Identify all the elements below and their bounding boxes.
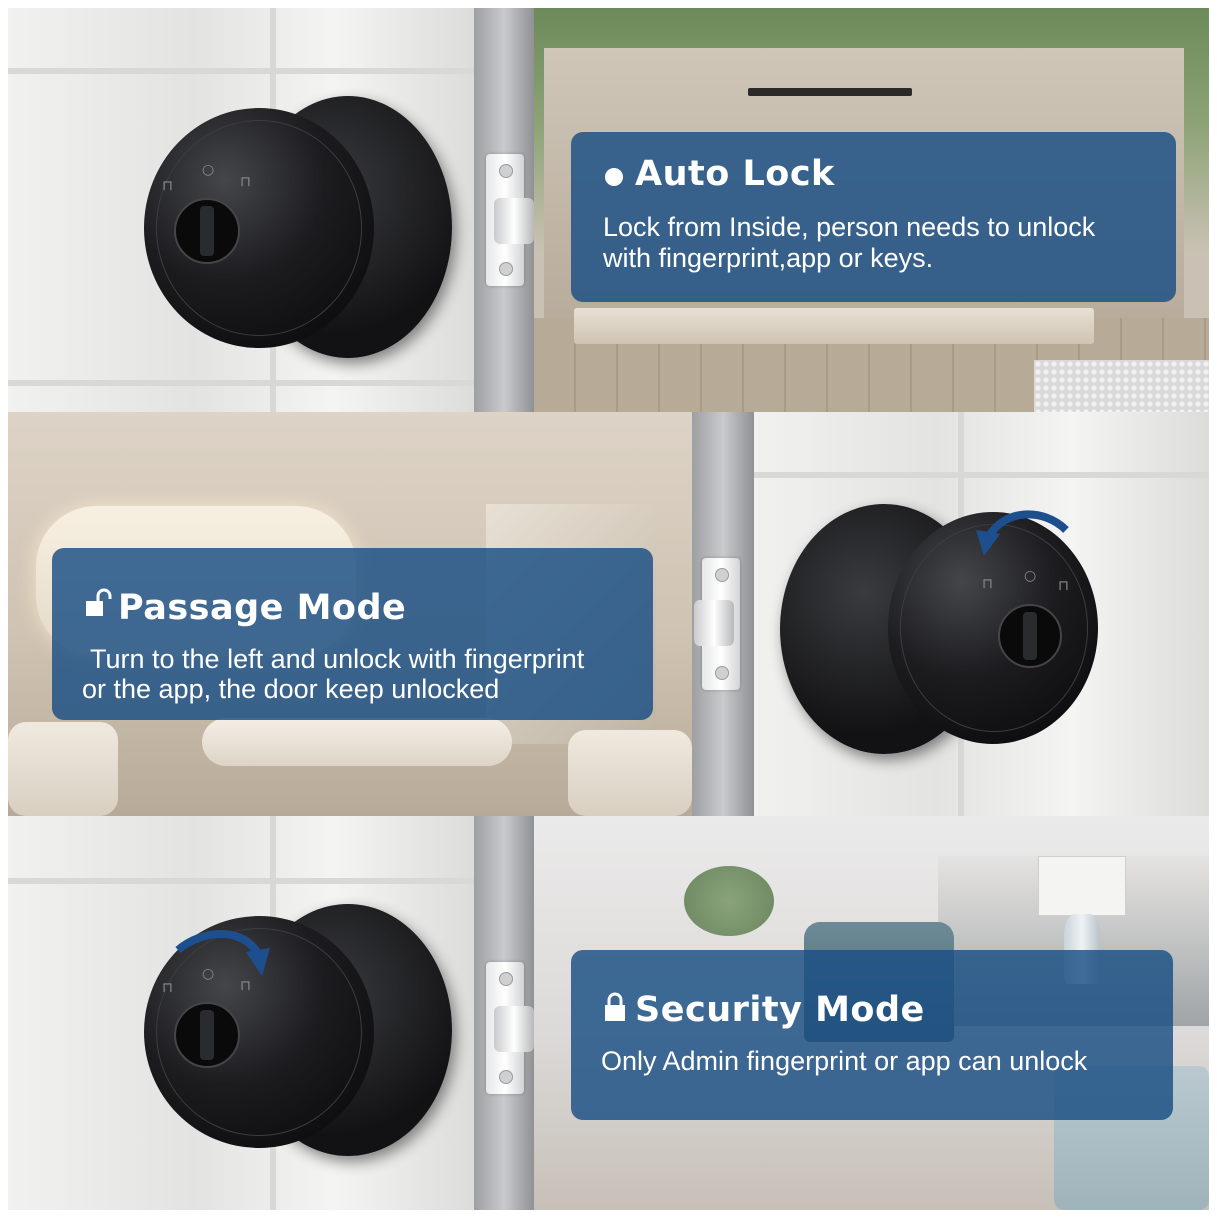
latch-bolt bbox=[494, 198, 534, 244]
security-mode-callout: Security Mode Only Admin fingerprint or … bbox=[571, 950, 1173, 1120]
wall-light bbox=[748, 88, 912, 96]
screw-icon bbox=[499, 262, 513, 276]
lock-mark-icon: ⊓ bbox=[1058, 578, 1069, 594]
product-image: ⊓ ○ ⊓ Auto Lock Lock from Inside, person… bbox=[8, 8, 1209, 1210]
rotate-right-arrow-icon bbox=[175, 930, 270, 976]
passage-mode-title: Passage Mode bbox=[118, 588, 407, 628]
door-molding bbox=[754, 472, 1209, 478]
latch-bolt bbox=[694, 600, 734, 646]
pebbles bbox=[1034, 360, 1209, 412]
unlocked-padlock-icon bbox=[86, 588, 112, 616]
door-molding bbox=[8, 878, 474, 884]
unlock-mark-icon: ⊓ bbox=[162, 980, 173, 996]
security-mode-title: Security Mode bbox=[635, 990, 925, 1030]
passage-mode-desc-line2: or the app, the door keep unlocked bbox=[82, 674, 500, 704]
auto-lock-callout: Auto Lock Lock from Inside, person needs… bbox=[571, 132, 1176, 302]
latch-bolt bbox=[494, 1006, 534, 1052]
lock-mark-icon: ⊓ bbox=[240, 174, 251, 190]
security-mode-panel: ⊓ ○ ⊓ Security Mode Only Admin fingerpri… bbox=[8, 816, 1209, 1210]
coffee-table bbox=[202, 718, 512, 766]
unlock-mark-icon: ⊓ bbox=[162, 178, 173, 194]
auto-lock-desc-line2: with fingerprint,app or keys. bbox=[603, 243, 934, 273]
screw-icon bbox=[499, 164, 513, 178]
lamp-shade bbox=[1038, 856, 1126, 916]
security-mode-desc: Only Admin fingerprint or app can unlock bbox=[601, 1046, 1088, 1076]
passage-mode-callout: Passage Mode Turn to the left and unlock… bbox=[52, 548, 653, 720]
thumb-turn bbox=[998, 604, 1062, 668]
auto-lock-title: Auto Lock bbox=[635, 154, 835, 194]
screw-icon bbox=[715, 666, 729, 680]
smart-knob: ⊓ ○ ⊓ bbox=[144, 108, 374, 348]
unlock-mark-icon: ⊓ bbox=[982, 576, 993, 592]
passage-mode-desc-line1: Turn to the left and unlock with fingerp… bbox=[90, 644, 585, 674]
screw-icon bbox=[499, 1070, 513, 1084]
door-molding bbox=[8, 68, 474, 74]
armchair bbox=[8, 722, 118, 816]
center-mark-icon: ○ bbox=[1024, 568, 1037, 584]
door-molding bbox=[8, 380, 474, 386]
thumb-turn bbox=[174, 1002, 240, 1068]
rotate-left-arrow-icon bbox=[976, 510, 1069, 556]
plant bbox=[684, 866, 774, 936]
thumb-turn-bar bbox=[200, 1010, 214, 1060]
patio-bench bbox=[574, 308, 1094, 344]
thumb-turn-bar bbox=[200, 206, 214, 256]
auto-lock-desc-line1: Lock from Inside, person needs to unlock bbox=[603, 212, 1096, 242]
center-mark-icon: ○ bbox=[202, 162, 215, 178]
locked-padlock-icon bbox=[605, 992, 625, 1021]
thumb-turn-bar bbox=[1023, 612, 1037, 660]
thumb-turn bbox=[174, 198, 240, 264]
screw-icon bbox=[499, 972, 513, 986]
passage-mode-panel: ⊓ ○ ⊓ Passage Mode Turn to the left and … bbox=[8, 412, 1209, 816]
auto-lock-panel: ⊓ ○ ⊓ Auto Lock Lock from Inside, person… bbox=[8, 8, 1209, 412]
bullet-dot-icon bbox=[605, 168, 623, 186]
screw-icon bbox=[715, 568, 729, 582]
armchair bbox=[568, 730, 692, 816]
